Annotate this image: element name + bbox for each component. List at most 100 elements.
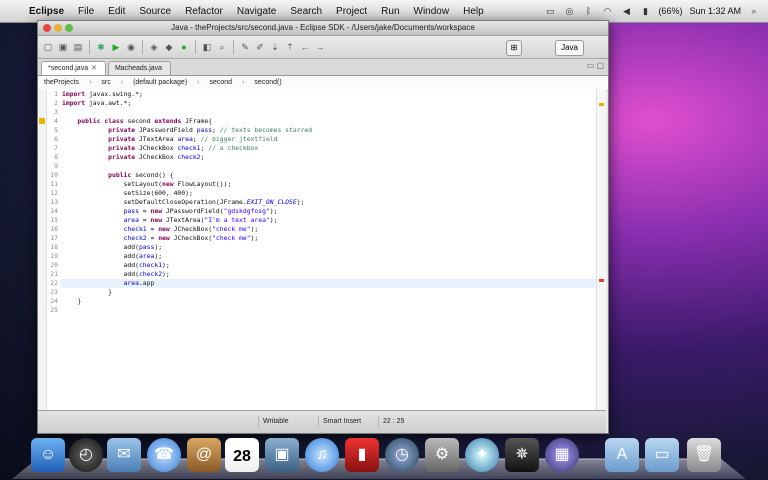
applications-folder-icon[interactable]: A: [605, 438, 639, 472]
open-type-icon[interactable]: ◧: [201, 41, 213, 53]
warning-marker[interactable]: [599, 103, 604, 106]
mail-stamp-icon[interactable]: ✉: [107, 438, 141, 472]
code-line[interactable]: add(pass);: [62, 243, 163, 252]
code-editor[interactable]: 1 2 3 4 5 6 7 8 9 10 11 12 13 14 15 16 17 18 19 20 21 22 23 24 2…: [38, 89, 606, 411]
screen-record-icon[interactable]: ▭: [544, 6, 556, 17]
menu-navigate[interactable]: Navigate: [230, 6, 283, 17]
code-line[interactable]: area.app: [62, 279, 155, 288]
save-icon[interactable]: ▣: [57, 41, 69, 53]
battery-percent[interactable]: (66%): [658, 6, 682, 16]
window-titlebar[interactable]: Java - theProjects/src/second.java - Ecl…: [38, 21, 608, 36]
imovie-icon[interactable]: ✵: [505, 438, 539, 472]
line-number: 3: [54, 108, 58, 116]
sync-icon[interactable]: ◎: [563, 6, 575, 17]
breadcrumb-package[interactable]: (default package): [133, 76, 187, 90]
highlight-icon[interactable]: ✐: [254, 41, 266, 53]
java-perspective-button[interactable]: Java: [555, 40, 584, 56]
menu-run[interactable]: Run: [374, 6, 406, 17]
toggle-mark-icon[interactable]: ✎: [239, 41, 251, 53]
code-text-area[interactable]: import javax.swing.*; import java.awt.*; …: [62, 89, 594, 411]
wifi-icon[interactable]: ◠: [601, 6, 613, 17]
line-number: 11: [50, 180, 58, 188]
code-line[interactable]: add(check1);: [62, 261, 170, 270]
previous-annotation-icon[interactable]: ⇡: [284, 41, 296, 53]
ichat-icon[interactable]: ☎: [147, 438, 181, 472]
search-icon[interactable]: ⌕: [216, 41, 228, 53]
volume-icon[interactable]: ◀: [620, 6, 632, 17]
new-package-icon[interactable]: ◆: [163, 41, 175, 53]
breadcrumb-method[interactable]: second(): [254, 76, 281, 90]
code-line[interactable]: private JTextArea area; // bigger jtextf…: [62, 135, 277, 144]
breadcrumb-project[interactable]: theProjects: [44, 76, 79, 90]
minimize-maximize-icons[interactable]: ▭ ▢: [587, 61, 604, 70]
window-title: Java - theProjects/src/second.java - Ecl…: [171, 23, 475, 32]
iphoto-icon[interactable]: ▣: [265, 438, 299, 472]
code-line[interactable]: check2 = new JCheckBox("check me");: [62, 234, 259, 243]
close-icon[interactable]: ✕: [91, 65, 97, 72]
code-line[interactable]: setSize(600, 400);: [62, 189, 193, 198]
forward-icon[interactable]: →: [314, 41, 326, 53]
ical-icon[interactable]: 28: [225, 438, 259, 472]
print-icon[interactable]: ▤: [72, 41, 84, 53]
itunes-icon[interactable]: ♫: [305, 438, 339, 472]
menu-file[interactable]: File: [71, 6, 101, 17]
breadcrumb-src[interactable]: src: [101, 76, 110, 90]
menu-project[interactable]: Project: [329, 6, 374, 17]
overview-ruler[interactable]: [596, 89, 606, 411]
menu-help[interactable]: Help: [456, 6, 491, 17]
trash-icon[interactable]: 🗑: [687, 438, 721, 472]
menu-source[interactable]: Source: [132, 6, 178, 17]
new-icon[interactable]: ▢: [42, 41, 54, 53]
menu-clock[interactable]: Sun 1:32 AM: [689, 6, 741, 16]
menu-window[interactable]: Window: [407, 6, 457, 17]
time-machine-icon[interactable]: ◷: [385, 438, 419, 472]
code-line[interactable]: }: [62, 297, 81, 306]
window-minimize-button[interactable]: [54, 24, 62, 32]
code-line[interactable]: check1 = new JCheckBox("check me");: [62, 225, 259, 234]
next-annotation-icon[interactable]: ⇣: [269, 41, 281, 53]
code-line[interactable]: public class second extends JFrame{: [62, 117, 212, 126]
battery-icon[interactable]: ▮: [639, 6, 651, 17]
code-line[interactable]: area = new JTextArea("I'm a text area");: [62, 216, 278, 225]
back-icon[interactable]: ←: [299, 41, 311, 53]
tab-macheads-java[interactable]: Macheads.java: [107, 61, 172, 75]
system-preferences-icon[interactable]: ⚙: [425, 438, 459, 472]
spotlight-search-icon[interactable]: ⌕: [748, 6, 760, 17]
window-close-button[interactable]: [43, 24, 51, 32]
menu-refactor[interactable]: Refactor: [178, 6, 230, 17]
code-line[interactable]: setLayout(new FlowLayout());: [62, 180, 232, 189]
code-line[interactable]: private JPasswordField pass; // texts be…: [62, 126, 312, 135]
code-line[interactable]: public second() {: [62, 171, 173, 180]
code-line[interactable]: add(area);: [62, 252, 163, 261]
menu-search[interactable]: Search: [283, 6, 329, 17]
code-line[interactable]: setDefaultCloseOperation(JFrame.EXIT_ON_…: [62, 198, 305, 207]
code-line[interactable]: private JCheckBox check2;: [62, 153, 204, 162]
dashboard-icon[interactable]: ◴: [69, 438, 103, 472]
breadcrumb-class[interactable]: second: [210, 76, 233, 90]
open-perspective-icon[interactable]: ⊞: [506, 40, 522, 56]
debug-icon[interactable]: ✱: [95, 41, 107, 53]
tab-second-java[interactable]: *second.java ✕: [41, 61, 106, 75]
bluetooth-icon[interactable]: ᛒ: [582, 6, 594, 16]
new-class-icon[interactable]: ●: [178, 41, 190, 53]
photo-booth-icon[interactable]: ▮: [345, 438, 379, 472]
window-zoom-button[interactable]: [65, 24, 73, 32]
code-line[interactable]: import javax.swing.*;: [62, 90, 143, 99]
code-line[interactable]: pass = new JPasswordField("gdskdgfosg");: [62, 207, 278, 216]
code-line[interactable]: }: [62, 288, 112, 297]
safari-icon[interactable]: ✦: [465, 438, 499, 472]
code-line[interactable]: add(check2);: [62, 270, 170, 279]
external-tools-icon[interactable]: ◉: [125, 41, 137, 53]
address-book-icon[interactable]: @: [187, 438, 221, 472]
run-icon[interactable]: ▶: [110, 41, 122, 53]
code-line[interactable]: private JCheckBox check1; // a checkbox: [62, 144, 258, 153]
line-number: 19: [50, 252, 58, 260]
error-marker[interactable]: [599, 279, 604, 282]
documents-folder-icon[interactable]: ▭: [645, 438, 679, 472]
spaces-icon[interactable]: ▦: [545, 438, 579, 472]
new-java-project-icon[interactable]: ◈: [148, 41, 160, 53]
menu-app-name[interactable]: Eclipse: [22, 6, 71, 17]
menu-edit[interactable]: Edit: [101, 6, 132, 17]
finder-icon[interactable]: ☺: [31, 438, 65, 472]
code-line[interactable]: import java.awt.*;: [62, 99, 131, 108]
